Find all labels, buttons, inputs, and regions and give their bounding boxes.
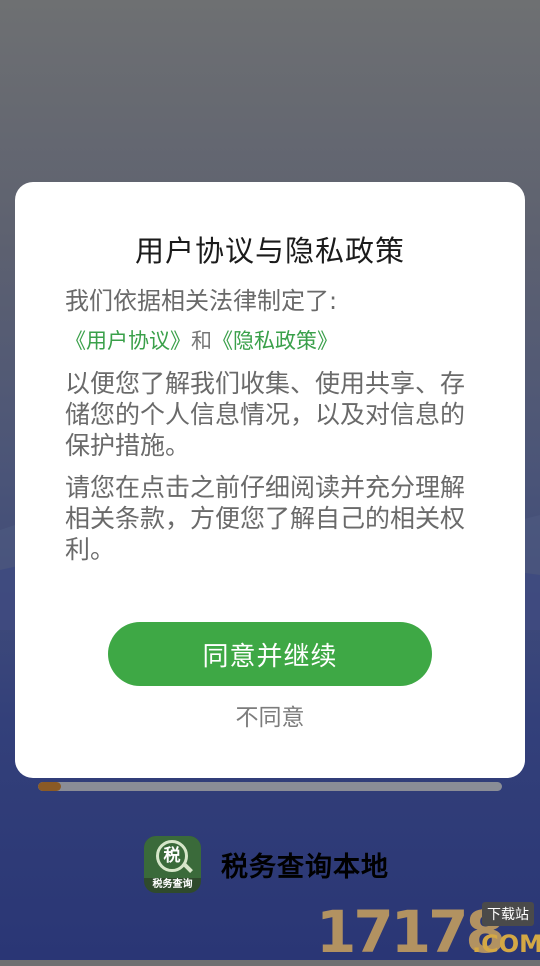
app-icon-caption: 税务查询: [152, 878, 193, 890]
privacy-policy-link[interactable]: 《隐私政策》: [212, 329, 338, 353]
watermark-tag: 下载站: [482, 902, 534, 926]
watermark-suffix: .COM: [472, 930, 540, 958]
links-joiner: 和: [191, 329, 212, 353]
dialog-title: 用户协议与隐私政策: [134, 234, 405, 268]
agree-continue-button[interactable]: 同意并继续: [108, 622, 432, 686]
read-terms-paragraph: 请您在点击之前仔细阅读并充分理解相关条款，方便您了解自己的相关权利。: [65, 473, 466, 564]
tax-query-app-icon: 税 税务查询: [144, 835, 201, 893]
disagree-button[interactable]: 不同意: [15, 698, 525, 732]
site-watermark-logo: 17178 下载站 .COM: [316, 896, 540, 966]
app-branding: 税 税务查询 税务查询本地: [144, 834, 389, 894]
loading-progress-fill: [38, 782, 62, 791]
policy-links-line: 《用户协议》和《隐私政策》: [65, 326, 485, 356]
info-paragraph: 以便您了解我们收集、使用共享、存储您的个人信息情况，以及对信息的保护措施。: [65, 369, 466, 460]
app-name: 税务查询本地: [221, 851, 389, 883]
intro-text: 我们依据相关法律制定了:: [65, 287, 338, 315]
loading-progress-bar: [38, 782, 502, 791]
agreement-dialog: 用户协议与隐私政策 我们依据相关法律制定了: 《用户协议》和《隐私政策》 以便您…: [15, 182, 525, 778]
user-agreement-link[interactable]: 《用户协议》: [65, 329, 191, 353]
